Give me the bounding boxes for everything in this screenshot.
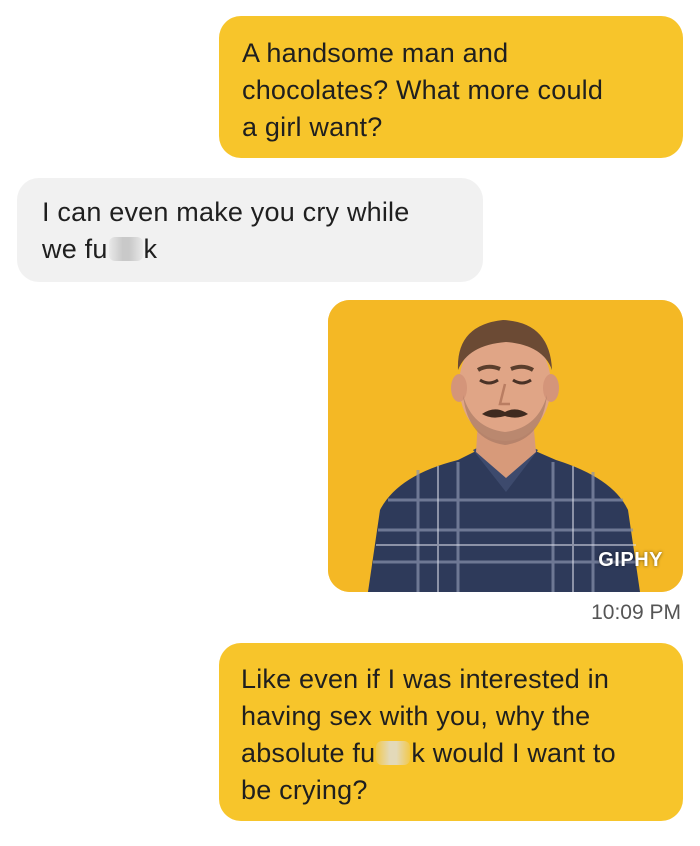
gif-message[interactable]: GIPHY [328, 300, 683, 592]
sent-message-bubble[interactable]: Like even if I was interested in having … [219, 643, 683, 821]
message-text-line: Like even if I was interested in [241, 664, 610, 694]
message-text-line: absolute fu k would I want to [241, 735, 661, 772]
censor-blur [108, 237, 143, 261]
message-text-fragment: k would I want to [411, 738, 616, 768]
message-text-line: chocolates? What more could [242, 75, 604, 105]
received-message-bubble[interactable]: I can even make you cry while we fu k [17, 178, 483, 282]
censor-blur [376, 741, 411, 765]
message-text-line: having sex with you, why the [241, 701, 591, 731]
message-text-line: A handsome man and [242, 38, 509, 68]
message-text-line: a girl want? [242, 112, 383, 142]
message-text-fragment: we fu [42, 234, 108, 264]
message-text-line: be crying? [241, 775, 368, 805]
message-text-fragment: k [143, 234, 158, 264]
sent-message-bubble[interactable]: A handsome man and chocolates? What more… [219, 16, 683, 158]
message-text-line: I can even make you cry while [42, 197, 410, 227]
message-text-fragment: absolute fu [241, 738, 376, 768]
message-timestamp: 10:09 PM [591, 601, 681, 624]
giphy-label: GIPHY [598, 549, 663, 571]
message-text-line: we fu k [42, 231, 461, 268]
